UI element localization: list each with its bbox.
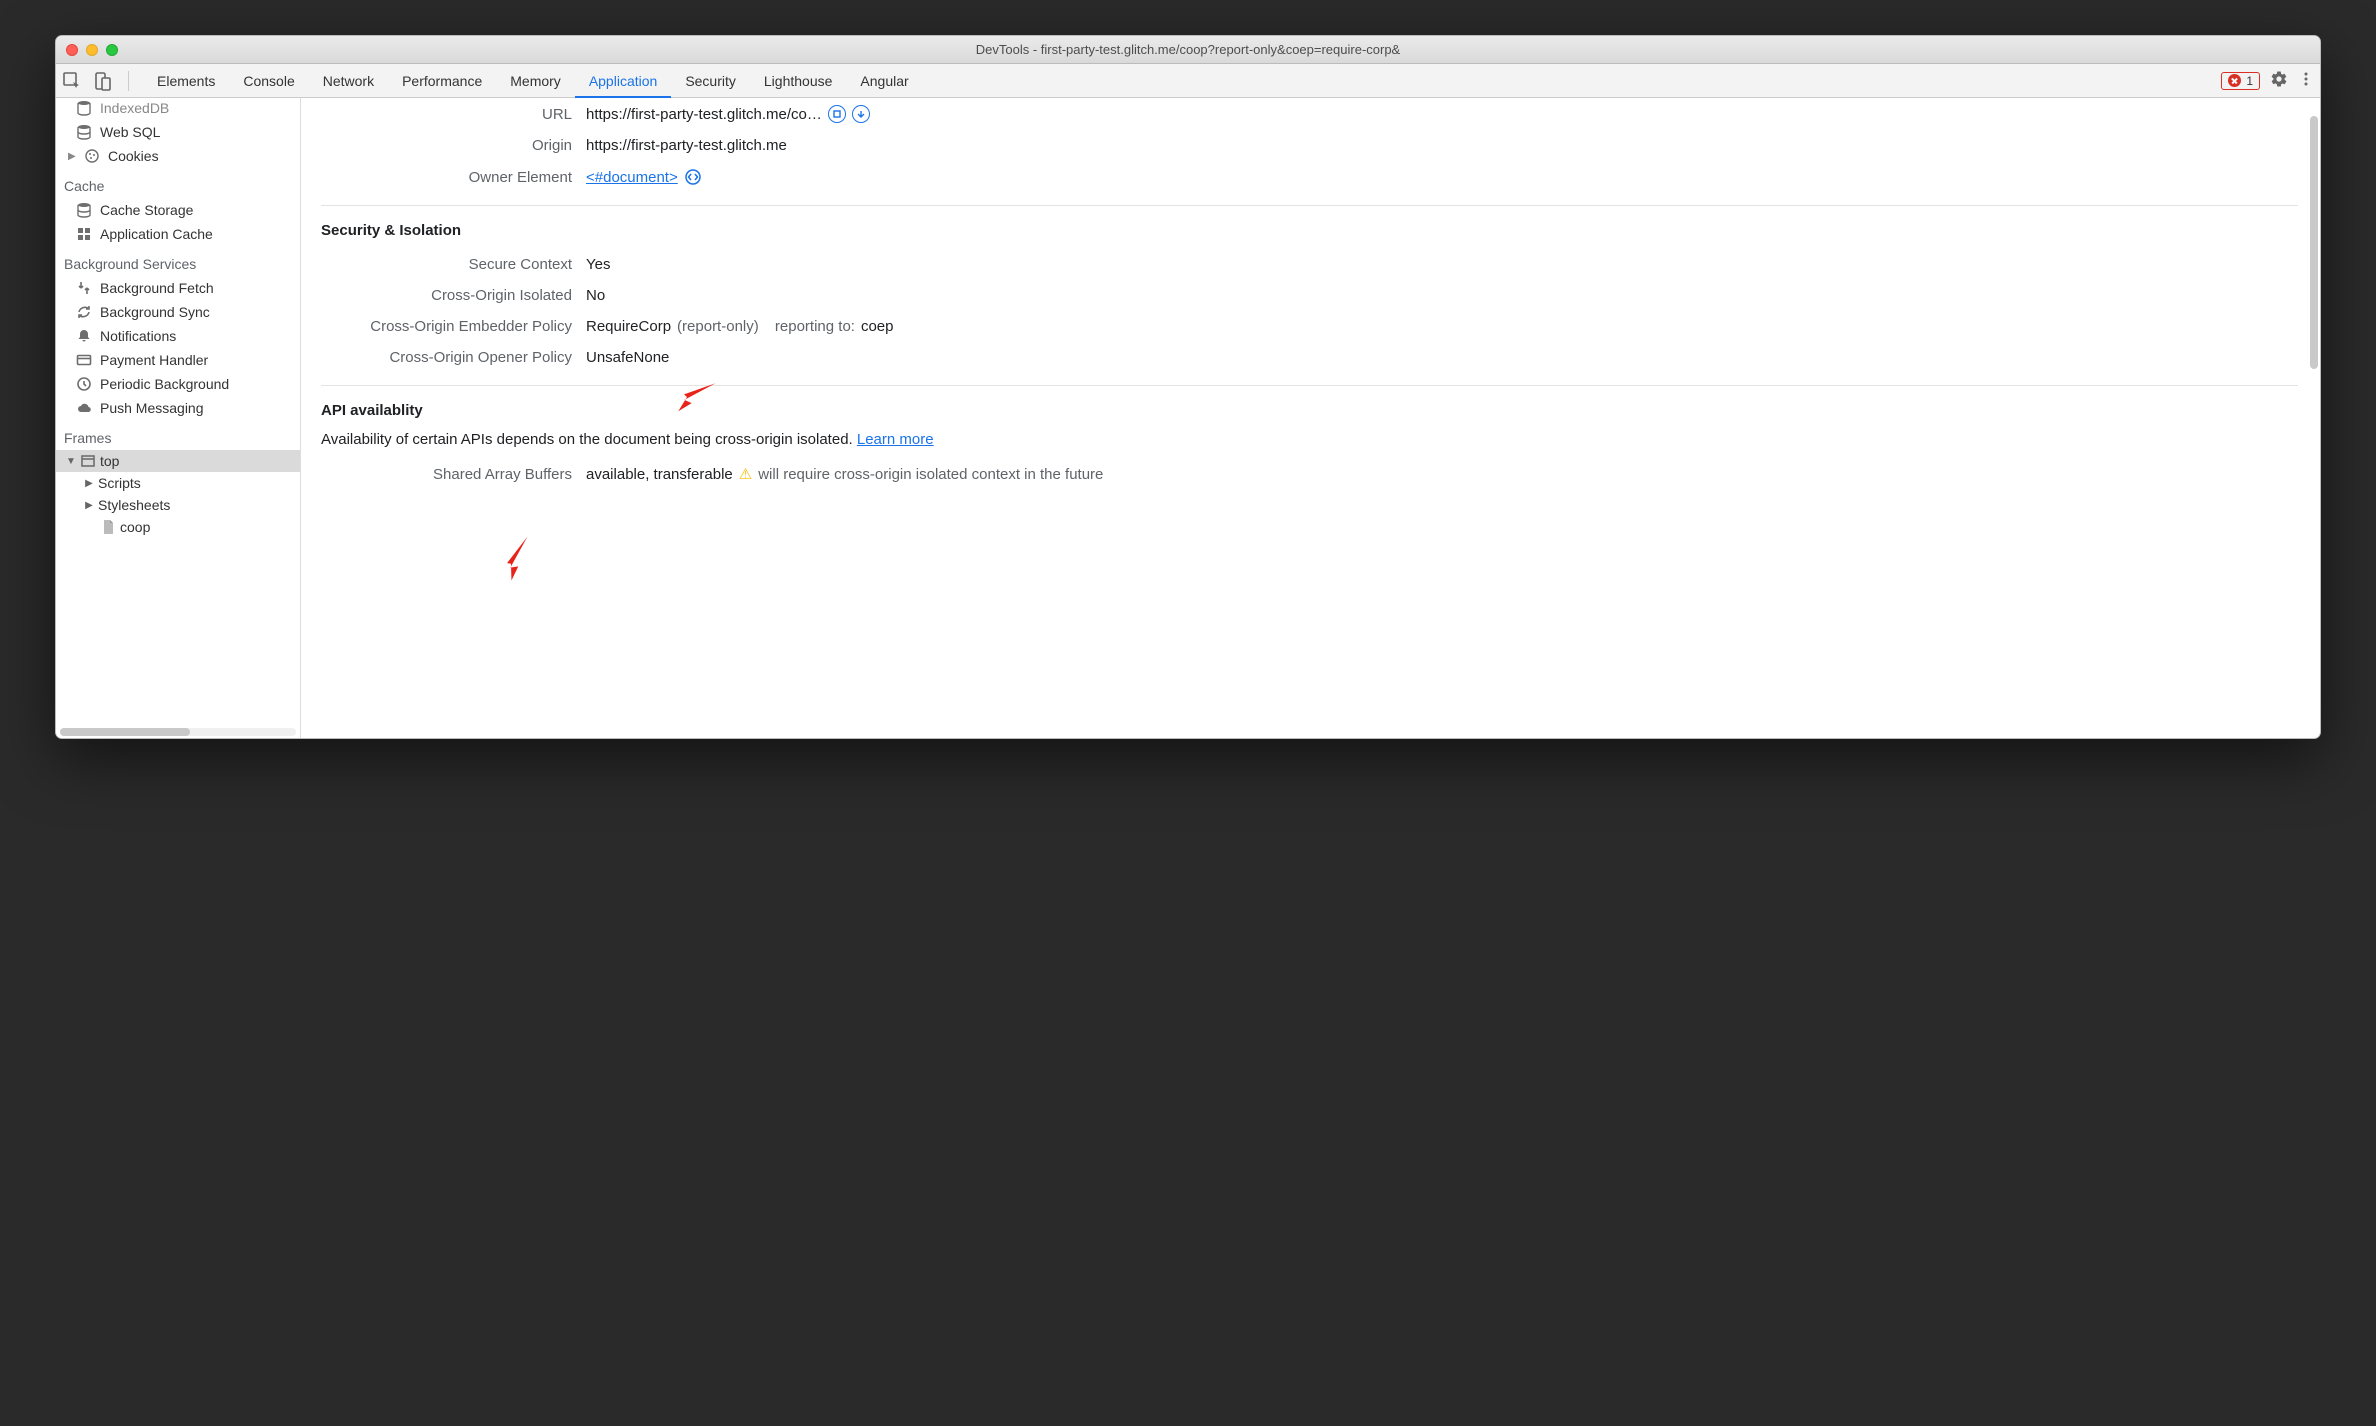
frame-stylesheets[interactable]: ▶Stylesheets: [56, 494, 300, 516]
frame-coop[interactable]: coop: [56, 516, 300, 538]
tab-bar: Elements Console Network Performance Mem…: [56, 64, 2320, 98]
grid-icon: [76, 226, 92, 242]
window-icon: [80, 453, 96, 469]
tab-security[interactable]: Security: [671, 64, 750, 97]
inspect-icon[interactable]: [62, 71, 82, 91]
coop-value: UnsafeNone: [586, 349, 669, 366]
url-label: URL: [321, 106, 586, 123]
url-value: https://first-party-test.glitch.me/co…: [586, 106, 822, 123]
code-icon[interactable]: [684, 168, 702, 186]
sync-icon: [76, 304, 92, 320]
frame-scripts[interactable]: ▶Scripts: [56, 472, 300, 494]
error-count: 1: [2246, 74, 2253, 88]
sidebar: IndexedDB Web SQL ▶ Cookies Cache Cache …: [56, 98, 301, 738]
coi-label: Cross-Origin Isolated: [321, 287, 586, 304]
caret-down-icon: ▼: [66, 456, 76, 467]
coi-value: No: [586, 287, 605, 304]
device-toggle-icon[interactable]: [92, 71, 112, 91]
sidebar-item-notifications[interactable]: Notifications: [56, 324, 300, 348]
sidebar-item-payment[interactable]: Payment Handler: [56, 348, 300, 372]
sab-warning: will require cross-origin isolated conte…: [758, 466, 1103, 483]
bell-icon: [76, 328, 92, 344]
tab-application[interactable]: Application: [575, 64, 672, 97]
coop-label: Cross-Origin Opener Policy: [321, 349, 586, 366]
cloud-icon: [76, 400, 92, 416]
close-window-button[interactable]: [66, 44, 78, 56]
sab-label: Shared Array Buffers: [321, 466, 586, 483]
error-count-badge[interactable]: 1: [2221, 72, 2260, 90]
origin-value: https://first-party-test.glitch.me: [586, 137, 787, 154]
settings-gear-icon[interactable]: [2270, 70, 2288, 91]
coep-value: RequireCorp: [586, 318, 671, 335]
tab-console[interactable]: Console: [229, 64, 308, 97]
coep-report-prefix: reporting to:: [775, 318, 855, 335]
tab-network[interactable]: Network: [309, 64, 388, 97]
caret-right-icon: ▶: [84, 500, 94, 511]
devtools-window: DevTools - first-party-test.glitch.me/co…: [55, 35, 2321, 739]
copy-icon[interactable]: [828, 105, 846, 123]
cookie-icon: [84, 148, 100, 164]
origin-label: Origin: [321, 137, 586, 154]
frame-details-pane: URL https://first-party-test.glitch.me/c…: [301, 98, 2320, 738]
window-controls: [66, 44, 118, 56]
coep-mode: (report-only): [677, 318, 759, 335]
sidebar-group-cache: Cache: [56, 168, 300, 198]
coep-report-value: coep: [861, 318, 894, 335]
error-icon: [2228, 74, 2241, 87]
sidebar-group-bgservices: Background Services: [56, 246, 300, 276]
owner-element-link[interactable]: <#document>: [586, 169, 678, 186]
tab-elements[interactable]: Elements: [143, 64, 229, 97]
tab-lighthouse[interactable]: Lighthouse: [750, 64, 847, 97]
sidebar-item-app-cache[interactable]: Application Cache: [56, 222, 300, 246]
more-menu-icon[interactable]: [2298, 71, 2314, 90]
secure-context-value: Yes: [586, 256, 610, 273]
panel-tabs: Elements Console Network Performance Mem…: [143, 64, 923, 97]
secure-context-label: Secure Context: [321, 256, 586, 273]
tab-memory[interactable]: Memory: [496, 64, 575, 97]
annotation-arrow-2: [489, 529, 547, 587]
sidebar-scrollbar[interactable]: [60, 728, 296, 736]
coep-label: Cross-Origin Embedder Policy: [321, 318, 586, 335]
titlebar: DevTools - first-party-test.glitch.me/co…: [56, 36, 2320, 64]
sidebar-item-indexeddb[interactable]: IndexedDB: [56, 100, 300, 120]
card-icon: [76, 352, 92, 368]
api-section-title: API availablity: [321, 386, 2298, 429]
sidebar-item-websql[interactable]: Web SQL: [56, 120, 300, 144]
database-icon: [76, 202, 92, 218]
fetch-icon: [76, 280, 92, 296]
window-title: DevTools - first-party-test.glitch.me/co…: [56, 42, 2320, 57]
security-section-title: Security & Isolation: [321, 206, 2298, 249]
database-icon: [76, 100, 92, 116]
sidebar-item-periodic[interactable]: Periodic Background: [56, 372, 300, 396]
sidebar-item-cookies[interactable]: ▶ Cookies: [56, 144, 300, 168]
sidebar-item-bg-sync[interactable]: Background Sync: [56, 300, 300, 324]
sidebar-item-bg-fetch[interactable]: Background Fetch: [56, 276, 300, 300]
warning-icon: ⚠: [739, 465, 752, 483]
sidebar-item-cache-storage[interactable]: Cache Storage: [56, 198, 300, 222]
sab-value: available, transferable: [586, 466, 733, 483]
content-scrollbar[interactable]: [2310, 102, 2318, 734]
reveal-icon[interactable]: [852, 105, 870, 123]
sidebar-item-push[interactable]: Push Messaging: [56, 396, 300, 420]
database-icon: [76, 124, 92, 140]
minimize-window-button[interactable]: [86, 44, 98, 56]
zoom-window-button[interactable]: [106, 44, 118, 56]
frame-top[interactable]: ▼ top: [56, 450, 300, 472]
tab-angular[interactable]: Angular: [846, 64, 922, 97]
owner-label: Owner Element: [321, 169, 586, 186]
sidebar-group-frames: Frames: [56, 420, 300, 450]
expand-caret-icon: ▶: [68, 151, 76, 162]
clock-icon: [76, 376, 92, 392]
file-icon: [100, 519, 116, 535]
learn-more-link[interactable]: Learn more: [857, 431, 934, 448]
api-description: Availability of certain APIs depends on …: [321, 429, 2298, 458]
tab-performance[interactable]: Performance: [388, 64, 496, 97]
caret-right-icon: ▶: [84, 478, 94, 489]
